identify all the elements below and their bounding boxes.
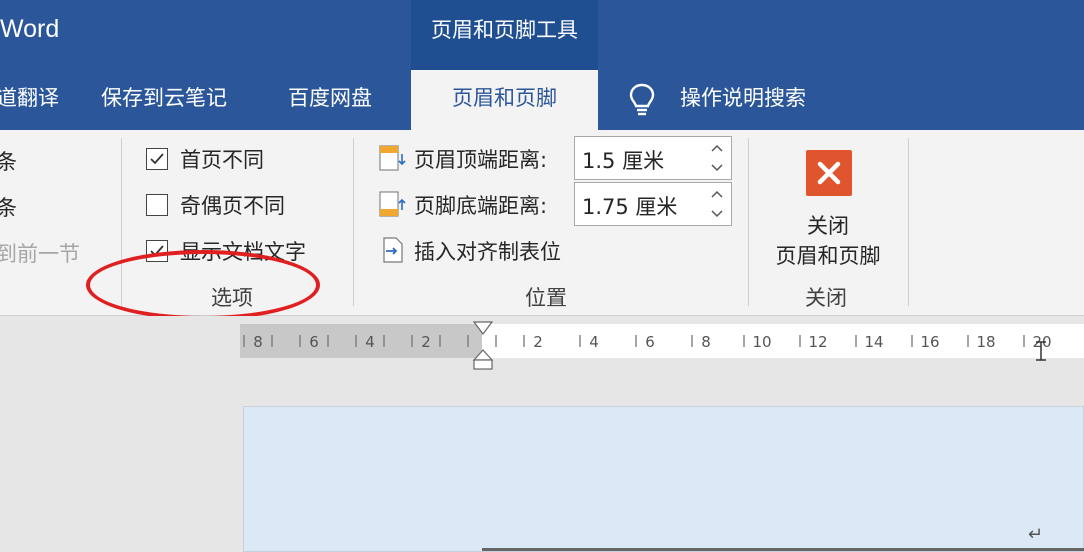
close-header-footer-icon[interactable] [806,150,852,196]
ribbon-tab-row: 道翻译 保存到云笔记 百度网盘 页眉和页脚 操作说明搜索 [0,70,1084,130]
tab-tell-me-search[interactable]: 操作说明搜索 [680,70,806,130]
footer-bottom-distance-spinner[interactable]: 1.75 厘米 [574,182,732,226]
ruler-label: 8 [701,333,711,351]
group-separator [908,138,909,306]
tab-save-to-cloud-note[interactable]: 保存到云笔记 [101,70,227,130]
context-tab-group-label: 页眉和页脚工具 [431,18,578,42]
horizontal-ruler[interactable]: 8 6 4 2 2 4 6 8 10 12 14 16 18 20 [240,324,1084,358]
context-tab-group: 页眉和页脚工具 [411,0,598,70]
first-page-different-checkbox[interactable] [146,148,168,170]
group-separator [353,138,354,306]
ruler-label: 10 [752,333,771,351]
link-to-previous-section[interactable]: 到前一节 [0,238,80,268]
nav-previous-item[interactable]: 条 [0,146,17,176]
paragraph-mark-icon: ↵ [1027,524,1043,545]
close-group-label: 关闭 [805,286,847,310]
spinner-arrows-icon[interactable] [709,139,725,177]
checkmark-icon [150,153,164,165]
tab-translate[interactable]: 道翻译 [0,70,59,130]
odd-even-different-label[interactable]: 奇偶页不同 [180,190,285,220]
header-top-distance-label: 页眉顶端距离: [414,148,548,172]
footer-bottom-distance-icon [379,191,406,217]
close-x-icon [817,161,841,185]
close-header-footer-button-subtitle[interactable]: 页眉和页脚 [758,240,898,270]
header-top-distance-icon [379,145,406,171]
title-bar: Word 页眉和页脚工具 [0,0,1084,70]
ruler-label: 6 [645,333,655,351]
ruler-label: 4 [365,333,375,351]
header-top-distance-value[interactable]: 1.5 厘米 [582,145,664,175]
page-bottom-edge [482,548,1084,551]
tab-baidu-netdisk[interactable]: 百度网盘 [288,70,372,130]
lightbulb-icon[interactable] [627,82,657,118]
spinner-arrows-icon[interactable] [709,185,725,223]
indent-marker-icon[interactable] [472,320,494,372]
app-title: Word [0,15,60,43]
position-group-label: 位置 [525,286,567,310]
insert-alignment-tab-button[interactable]: 插入对齐制表位 [414,236,561,266]
close-header-footer-button[interactable]: 关闭 [778,210,878,240]
insert-alignment-tab-icon[interactable] [378,236,406,264]
ruler-label: 12 [808,333,827,351]
ruler-label: 2 [533,333,543,351]
text-cursor-icon [1036,341,1046,361]
document-area: 8 6 4 2 2 4 6 8 10 12 14 16 18 20 ↵ [0,316,1084,552]
footer-bottom-distance-value[interactable]: 1.75 厘米 [582,191,677,221]
tab-header-footer[interactable]: 页眉和页脚 [411,70,598,130]
ruler-label: 4 [589,333,599,351]
footer-bottom-distance-label: 页脚底端距离: [414,194,548,218]
first-page-different-label[interactable]: 首页不同 [180,144,264,174]
ruler-label: 18 [976,333,995,351]
group-separator [748,138,749,306]
odd-even-different-checkbox[interactable] [146,194,168,216]
ruler-label: 16 [920,333,939,351]
ruler-label: 2 [421,333,431,351]
nav-next-item[interactable]: 条 [0,192,17,222]
ruler-label: 6 [309,333,319,351]
document-page[interactable]: ↵ [243,406,1084,552]
header-top-distance-spinner[interactable]: 1.5 厘米 [574,136,732,180]
ruler-label: 8 [253,333,263,351]
ruler-ticks: 8 6 4 2 2 4 6 8 10 12 14 16 18 20 [243,333,1052,351]
ribbon-panel: 条 条 到前一节 首页不同 奇偶页不同 显示文档文字 选项 页眉顶端距离: 1.… [0,130,1084,320]
highlight-annotation-ellipse [86,250,320,320]
ruler-label: 14 [864,333,883,351]
